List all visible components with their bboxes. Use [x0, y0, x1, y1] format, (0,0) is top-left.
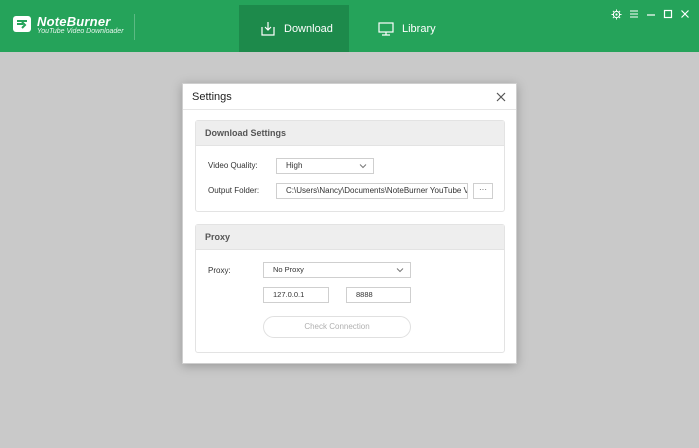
proxy-select[interactable]: No Proxy [263, 262, 411, 278]
proxy-section: Proxy Proxy: No Proxy 127.0.0.1 8888 Che… [195, 224, 505, 353]
settings-dialog: Settings Download Settings Video Quality… [182, 83, 517, 364]
video-quality-label: Video Quality: [208, 161, 258, 170]
tab-library-label: Library [402, 22, 436, 35]
browse-folder-button[interactable]: ··· [473, 183, 493, 199]
video-quality-select[interactable]: High [276, 158, 374, 174]
output-folder-value: C:\Users\Nancy\Documents\NoteBurner YouT… [286, 186, 467, 195]
proxy-port-value: 8888 [356, 290, 373, 299]
close-icon[interactable] [676, 7, 693, 21]
video-quality-value: High [286, 161, 303, 170]
window-controls [608, 7, 693, 21]
output-folder-field[interactable]: C:\Users\Nancy\Documents\NoteBurner YouT… [276, 183, 468, 199]
title-bar: NoteBurner YouTube Video Downloader Down… [0, 0, 699, 52]
minimize-icon[interactable] [642, 7, 659, 21]
download-icon [261, 21, 275, 36]
download-settings-section: Download Settings Video Quality: High Ou… [195, 120, 505, 212]
chevron-down-icon [396, 268, 404, 273]
menu-icon[interactable] [625, 7, 642, 21]
app-name: NoteBurner [37, 14, 111, 29]
proxy-port-field[interactable]: 8888 [346, 287, 411, 303]
noteburner-logo-icon [13, 16, 31, 32]
tab-download[interactable]: Download [239, 5, 349, 52]
tab-library[interactable]: Library [376, 5, 466, 52]
output-folder-label: Output Folder: [208, 186, 260, 195]
dialog-close-icon[interactable] [494, 90, 508, 104]
proxy-label: Proxy: [208, 266, 231, 275]
tab-download-label: Download [284, 22, 333, 35]
proxy-heading: Proxy [196, 225, 504, 250]
proxy-value: No Proxy [273, 265, 304, 274]
download-settings-heading: Download Settings [196, 121, 504, 146]
proxy-host-field[interactable]: 127.0.0.1 [263, 287, 329, 303]
dialog-title: Settings [192, 91, 232, 103]
gear-icon[interactable] [608, 7, 625, 21]
brand-divider [134, 14, 135, 40]
chevron-down-icon [359, 164, 367, 169]
check-connection-button[interactable]: Check Connection [263, 316, 411, 338]
proxy-host-value: 127.0.0.1 [273, 290, 305, 299]
dialog-header-divider [183, 109, 516, 110]
app-subtitle: YouTube Video Downloader [37, 28, 124, 35]
maximize-icon[interactable] [659, 7, 676, 21]
monitor-icon [378, 21, 394, 36]
